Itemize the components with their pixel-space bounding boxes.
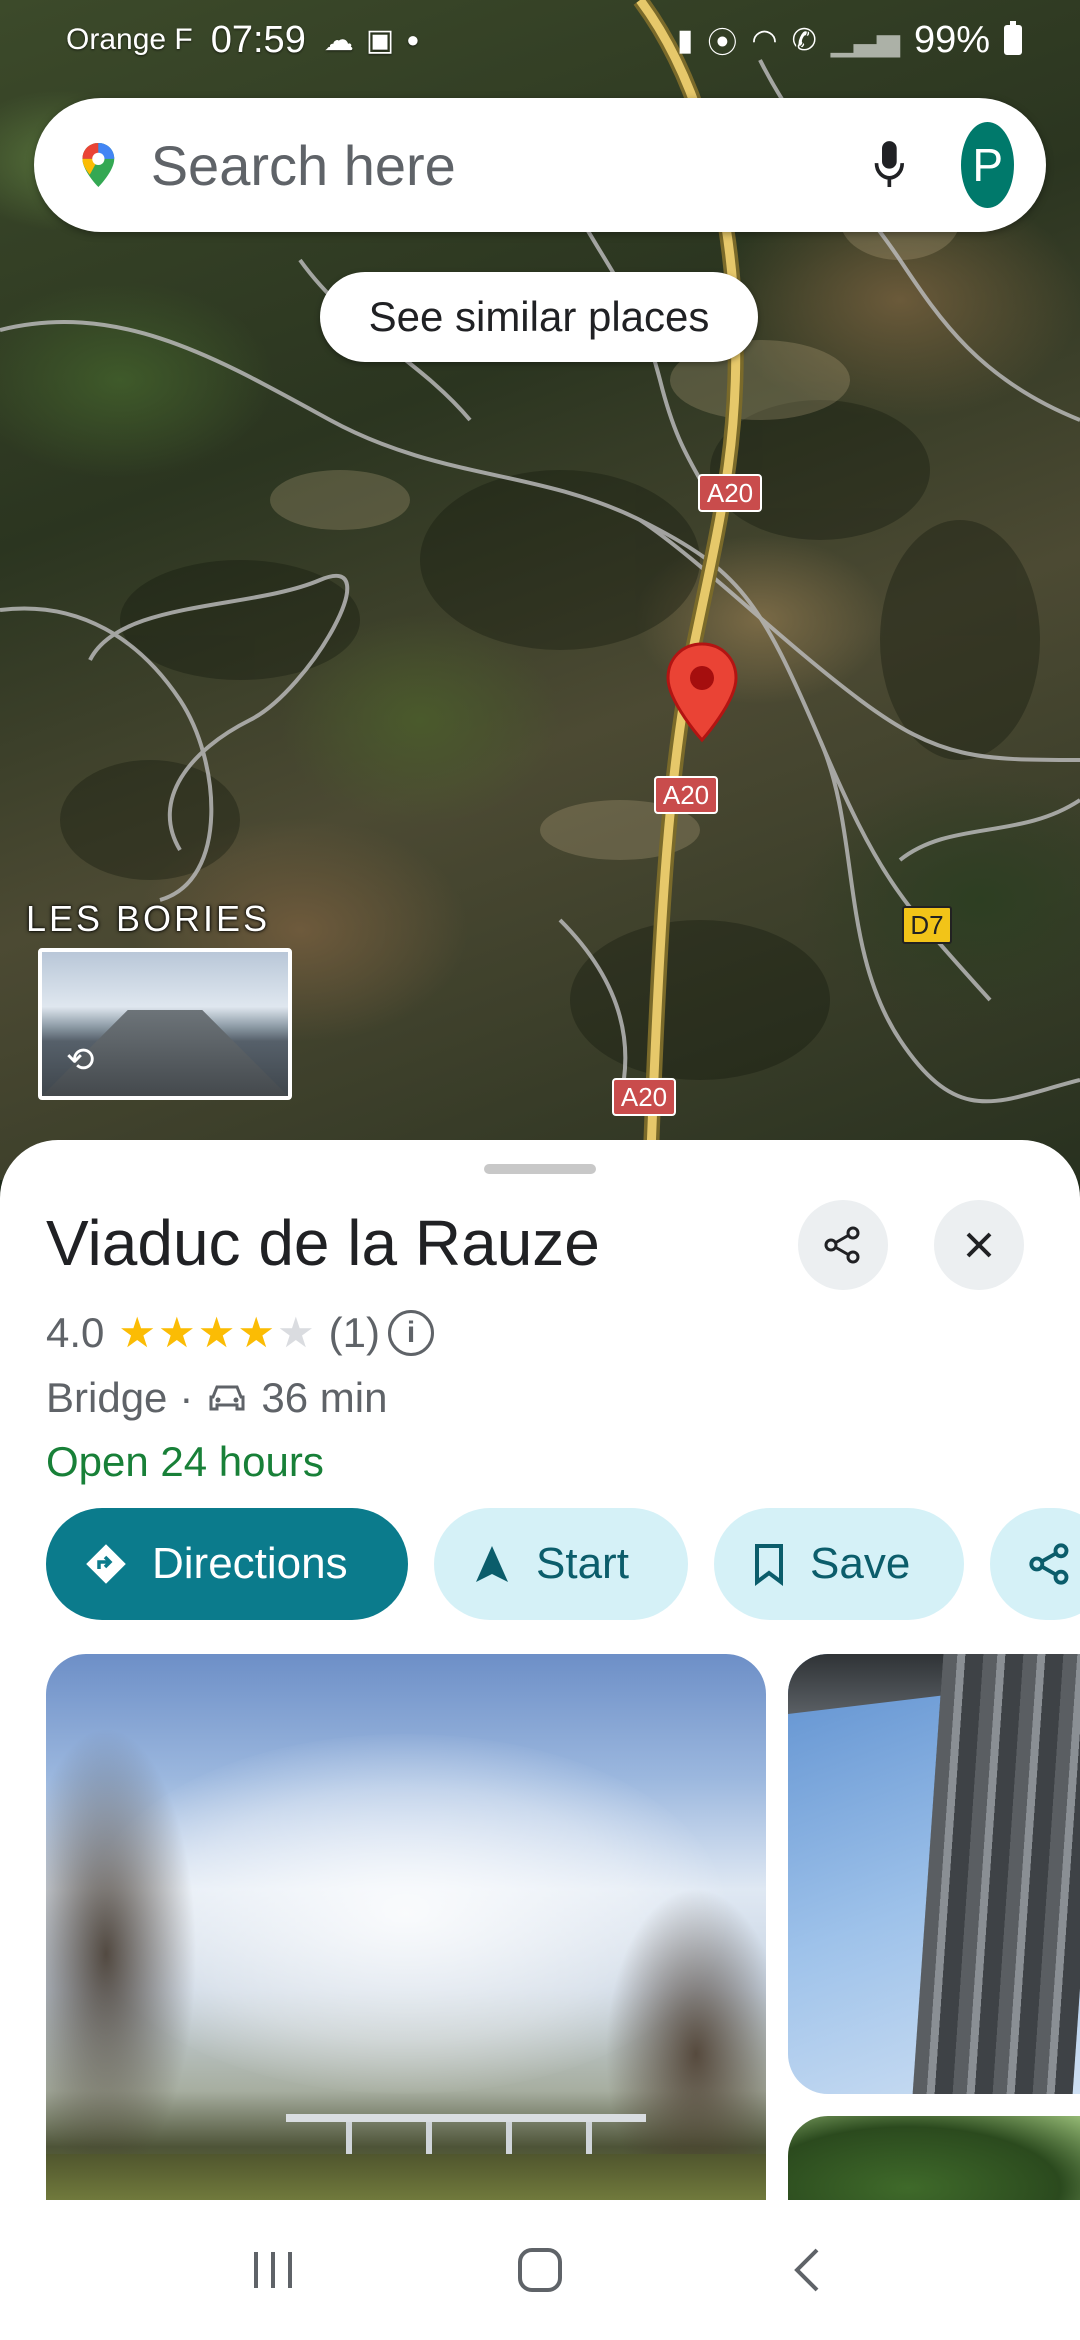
clock: 07:59 xyxy=(210,18,306,61)
rotate-360-icon: ⟲ xyxy=(66,1041,95,1079)
signal-icon: ▁▃▅ xyxy=(830,23,900,57)
road-shield-a20: A20 xyxy=(654,776,718,814)
home-button[interactable] xyxy=(490,2220,590,2320)
battery-level: 99% xyxy=(913,18,990,61)
bookmark-icon xyxy=(755,1544,783,1586)
star-rating: ★ ★ ★ ★ ★ xyxy=(118,1308,314,1357)
place-sheet[interactable]: Viaduc de la Rauze 4.0 ★ ★ ★ ★ ★ (1) i Bridg… xyxy=(0,1140,1080,2200)
drag-handle[interactable] xyxy=(484,1164,596,1174)
action-buttons: Directions Start Save xyxy=(46,1508,1080,1620)
place-title: Viaduc de la Rauze xyxy=(46,1207,600,1279)
meta-row: Bridge · 36 min xyxy=(46,1374,387,1422)
call-icon: ✆ xyxy=(791,23,817,57)
directions-label: Directions xyxy=(152,1539,348,1588)
status-icons: ▮ ⦿ ◠ ✆ ▁▃▅ 99% xyxy=(677,0,1022,80)
photo-trees-thumbnail[interactable] xyxy=(788,2116,1080,2200)
save-label: Save xyxy=(810,1539,911,1588)
share-button[interactable] xyxy=(798,1200,888,1290)
rating-row[interactable]: 4.0 ★ ★ ★ ★ ★ (1) i xyxy=(46,1308,435,1357)
drive-time: 36 min xyxy=(261,1374,388,1421)
wifi-icon: ◠ xyxy=(751,23,778,57)
home-icon xyxy=(517,2248,562,2292)
battery-saver-icon: ▮ xyxy=(676,23,694,57)
start-label: Start xyxy=(536,1539,629,1588)
star-filled-icon: ★ xyxy=(197,1309,236,1356)
map-view[interactable]: A20 A20 A20 D7 Orange F 07:59 ☁ ▣ ● ▮ ⦿ … xyxy=(0,0,1080,1180)
star-empty-icon: ★ xyxy=(277,1309,315,1356)
battery-icon xyxy=(1004,21,1022,55)
photo-bridge-underside[interactable] xyxy=(788,1654,1080,2094)
dot-icon: ● xyxy=(406,27,420,52)
place-category: Bridge xyxy=(46,1374,168,1421)
recent-apps-button[interactable] xyxy=(223,2220,323,2320)
search-input[interactable] xyxy=(150,132,871,198)
car-icon xyxy=(207,1381,247,1415)
photo-gallery[interactable] xyxy=(46,1654,1080,2200)
directions-icon xyxy=(86,1544,126,1584)
road-shield-d7: D7 xyxy=(902,906,952,944)
search-bar[interactable]: P xyxy=(34,98,1046,232)
photo-viaduct-deck xyxy=(286,2114,646,2122)
photo-bridge-beam xyxy=(912,1654,1080,2094)
hours-status[interactable]: Open 24 hours xyxy=(46,1438,324,1486)
photo-ground xyxy=(46,2154,766,2200)
star-filled-icon: ★ xyxy=(158,1309,196,1356)
avatar[interactable]: P xyxy=(961,122,1015,208)
save-button[interactable]: Save xyxy=(714,1508,964,1620)
start-button[interactable]: Start xyxy=(434,1508,688,1620)
navigation-arrow-icon xyxy=(476,1546,508,1582)
review-count: (1) xyxy=(328,1308,381,1356)
see-similar-places-button[interactable]: See similar places xyxy=(320,272,758,362)
microphone-icon[interactable] xyxy=(871,125,908,205)
star-filled-icon: ★ xyxy=(118,1309,157,1356)
carrier-label: Orange F xyxy=(66,23,193,56)
map-place-label: LES BORIES xyxy=(26,898,271,939)
share-action-button[interactable] xyxy=(990,1508,1080,1620)
photo-trees xyxy=(546,1834,766,2200)
system-navigation-bar xyxy=(0,2200,1080,2340)
close-icon xyxy=(966,1232,992,1258)
place-pin-icon[interactable] xyxy=(664,640,740,744)
road-shield-a20: A20 xyxy=(698,474,762,512)
separator: · xyxy=(179,1374,194,1421)
recent-apps-icon xyxy=(254,2252,293,2288)
cloud-icon: ☁ xyxy=(323,23,354,57)
image-icon: ▣ xyxy=(365,23,395,57)
info-icon[interactable]: i xyxy=(388,1309,435,1356)
photo-trees xyxy=(46,1674,286,2200)
back-icon xyxy=(793,2248,819,2292)
photo-viaduct-landscape[interactable] xyxy=(46,1654,766,2200)
street-view-thumbnail[interactable]: ⟲ xyxy=(38,948,292,1100)
star-filled-icon: ★ xyxy=(237,1309,276,1356)
back-button[interactable] xyxy=(757,2220,857,2320)
google-maps-logo-icon xyxy=(82,142,115,188)
share-icon xyxy=(824,1226,860,1264)
share-icon xyxy=(1029,1543,1069,1585)
close-button[interactable] xyxy=(934,1200,1024,1290)
directions-button[interactable]: Directions xyxy=(46,1508,408,1620)
rating-value: 4.0 xyxy=(46,1308,105,1356)
road-shield-a20: A20 xyxy=(612,1078,676,1116)
location-icon: ⦿ xyxy=(707,27,738,60)
